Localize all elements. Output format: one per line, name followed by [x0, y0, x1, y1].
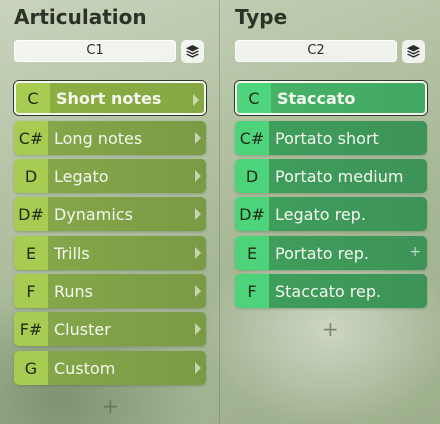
type-title: Type — [235, 5, 288, 29]
articulation-layers-button[interactable] — [181, 40, 204, 63]
type-row[interactable]: D Portato medium — [235, 159, 427, 193]
articulation-label: Trills — [48, 236, 206, 270]
chevron-right-icon — [195, 132, 201, 144]
key-label: F — [14, 274, 48, 308]
key-label: F# — [14, 312, 48, 346]
type-label: Portato short — [269, 121, 427, 155]
key-label: E — [235, 236, 269, 270]
articulation-label: Runs — [48, 274, 206, 308]
articulation-label: Short notes — [50, 83, 204, 113]
articulation-row[interactable]: C# Long notes — [14, 121, 206, 155]
type-label: Portato medium — [269, 159, 427, 193]
articulation-selector[interactable]: C1 — [14, 40, 176, 62]
articulation-row[interactable]: D# Dynamics — [14, 197, 206, 231]
chevron-right-icon — [195, 208, 201, 220]
add-articulation-button[interactable]: + — [102, 396, 119, 416]
key-label: C — [16, 83, 50, 113]
articulation-label: Custom — [48, 351, 206, 385]
key-label: D# — [14, 197, 48, 231]
chevron-right-icon — [195, 323, 201, 335]
articulation-row[interactable]: E Trills — [14, 236, 206, 270]
add-subitem-button[interactable]: + — [409, 244, 421, 260]
layers-icon — [406, 44, 421, 58]
layers-icon — [185, 44, 200, 58]
panel-divider — [219, 0, 220, 424]
key-label: F — [235, 274, 269, 308]
chevron-right-icon — [195, 247, 201, 259]
type-row[interactable]: C Staccato — [235, 81, 427, 115]
chevron-right-icon — [195, 362, 201, 374]
type-label: Portato rep. — [269, 236, 427, 270]
type-row[interactable]: C# Portato short — [235, 121, 427, 155]
chevron-right-icon — [193, 94, 199, 106]
type-row[interactable]: F Staccato rep. — [235, 274, 427, 308]
articulation-row[interactable]: F# Cluster — [14, 312, 206, 346]
key-label: C — [237, 83, 271, 113]
type-row[interactable]: E Portato rep. + — [235, 236, 427, 270]
type-label: Staccato rep. — [269, 274, 427, 308]
articulation-title: Articulation — [14, 5, 147, 29]
chevron-right-icon — [195, 170, 201, 182]
key-label: D — [235, 159, 269, 193]
add-type-button[interactable]: + — [322, 319, 339, 339]
type-layers-button[interactable] — [402, 40, 425, 63]
articulation-row[interactable]: F Runs — [14, 274, 206, 308]
type-label: Legato rep. — [269, 197, 427, 231]
type-label: Staccato — [271, 83, 425, 113]
key-label: D# — [235, 197, 269, 231]
key-label: C# — [235, 121, 269, 155]
chevron-right-icon — [195, 285, 201, 297]
key-label: G — [14, 351, 48, 385]
type-selector[interactable]: C2 — [235, 40, 397, 62]
articulation-label: Dynamics — [48, 197, 206, 231]
key-label: E — [14, 236, 48, 270]
articulation-row[interactable]: C Short notes — [14, 81, 206, 115]
articulation-row[interactable]: G Custom — [14, 351, 206, 385]
key-label: D — [14, 159, 48, 193]
type-row[interactable]: D# Legato rep. — [235, 197, 427, 231]
articulation-label: Long notes — [48, 121, 206, 155]
articulation-label: Legato — [48, 159, 206, 193]
key-label: C# — [14, 121, 48, 155]
articulation-row[interactable]: D Legato — [14, 159, 206, 193]
articulation-label: Cluster — [48, 312, 206, 346]
